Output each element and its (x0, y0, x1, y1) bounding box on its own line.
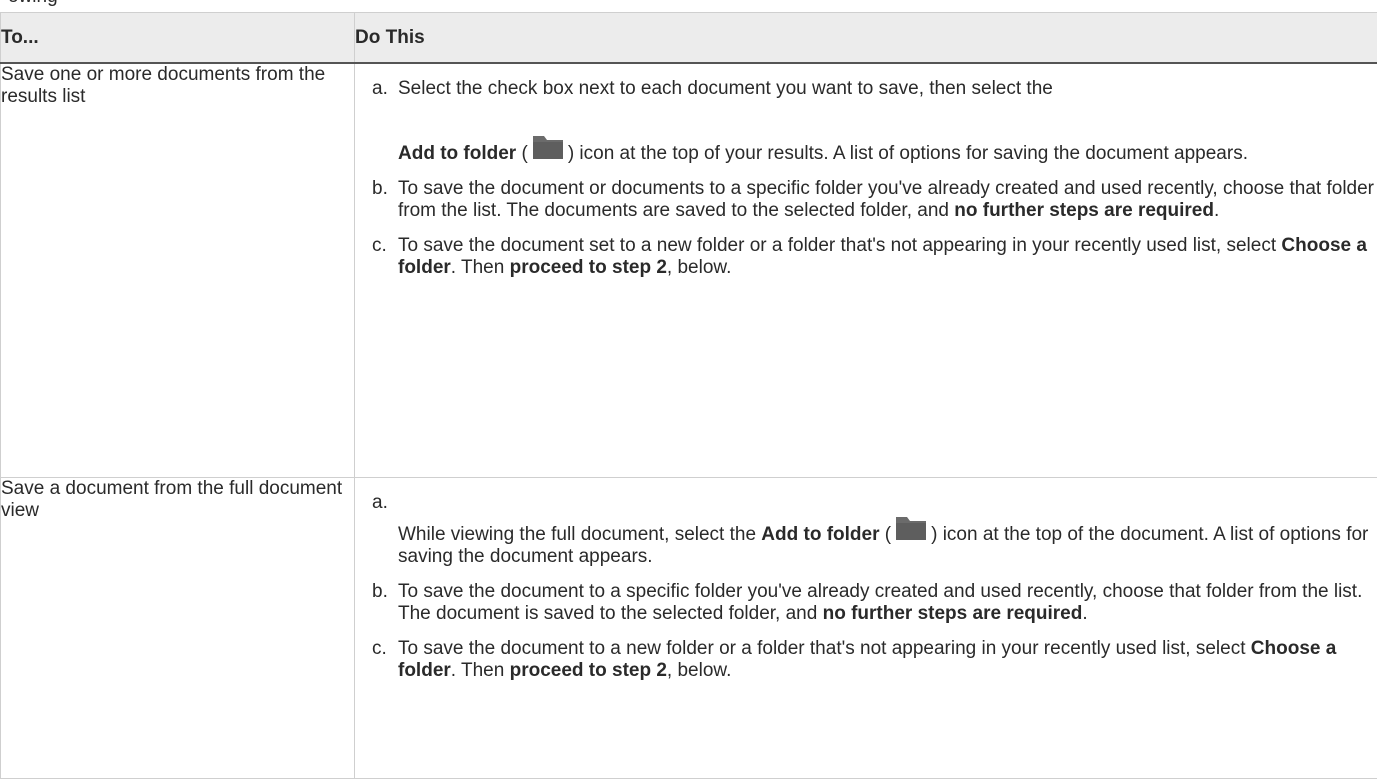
clipped-top-text: owing (8, 0, 58, 8)
step-text-part: . (1214, 200, 1219, 221)
header-to: To... (1, 13, 355, 64)
step-item: a. Select the check box next to each doc… (355, 78, 1377, 165)
to-cell: Save a document from the full document v… (1, 478, 355, 779)
step-text-part: ( (880, 524, 892, 545)
spacer (398, 100, 1377, 133)
folder-icon (530, 133, 566, 161)
step-marker: c. (355, 638, 398, 682)
step-list: a. Select the check box next to each doc… (355, 64, 1377, 289)
spacer (398, 492, 1377, 514)
step-bold-text: no further steps are required (823, 603, 1083, 624)
step-text-part: ) icon at the top of your results. A lis… (568, 143, 1248, 164)
table-header-row: To... Do This (1, 13, 1377, 64)
step-bold-text: no further steps are required (954, 200, 1214, 221)
step-marker: c. (355, 235, 398, 279)
step-item: b. To save the document to a specific fo… (355, 581, 1377, 625)
step-text-part: To save the document or documents to a s… (398, 178, 1374, 221)
step-text: To save the document to a new folder or … (398, 638, 1377, 682)
table-row: Save a document from the full document v… (1, 478, 1377, 779)
step-text-part: ( (516, 143, 528, 164)
step-marker: b. (355, 178, 398, 222)
step-bold-text: Add to folder (761, 524, 879, 545)
step-item: a. While viewing the full document, sele… (355, 492, 1377, 568)
step-text-part: To save the document to a new folder or … (398, 638, 1251, 659)
step-bold-text: Add to folder (398, 143, 516, 164)
step-item: c. To save the document to a new folder … (355, 638, 1377, 682)
step-item: c. To save the document set to a new fol… (355, 235, 1377, 279)
step-text-part: . (1082, 603, 1087, 624)
table-row: Save one or more documents from the resu… (1, 63, 1377, 478)
do-this-cell: a. While viewing the full document, sele… (355, 478, 1377, 779)
step-text: To save the document to a specific folde… (398, 581, 1377, 625)
step-bold-text: proceed to step 2 (510, 660, 667, 681)
instructions-table: To... Do This Save one or more documents… (0, 12, 1377, 779)
header-do-this: Do This (355, 13, 1377, 64)
step-text: Select the check box next to each docume… (398, 78, 1377, 165)
step-marker: a. (355, 492, 398, 568)
step-text-part: , below. (667, 257, 731, 278)
step-text: While viewing the full document, select … (398, 492, 1377, 568)
step-item: b. To save the document or documents to … (355, 178, 1377, 222)
step-marker: b. (355, 581, 398, 625)
to-cell: Save one or more documents from the resu… (1, 63, 355, 478)
step-text-part: , below. (667, 660, 731, 681)
step-text: To save the document or documents to a s… (398, 178, 1377, 222)
step-text-part: While viewing the full document, select … (398, 524, 761, 545)
step-text: To save the document set to a new folder… (398, 235, 1377, 279)
step-marker: a. (355, 78, 398, 165)
step-text-part: Select the check box next to each docume… (398, 78, 1053, 99)
step-bold-text: proceed to step 2 (510, 257, 667, 278)
step-text-part: . Then (451, 660, 510, 681)
step-text-part: . Then (451, 257, 510, 278)
do-this-cell: a. Select the check box next to each doc… (355, 63, 1377, 478)
folder-icon (893, 514, 929, 542)
step-list: a. While viewing the full document, sele… (355, 478, 1377, 692)
step-text-part: To save the document set to a new folder… (398, 235, 1281, 256)
